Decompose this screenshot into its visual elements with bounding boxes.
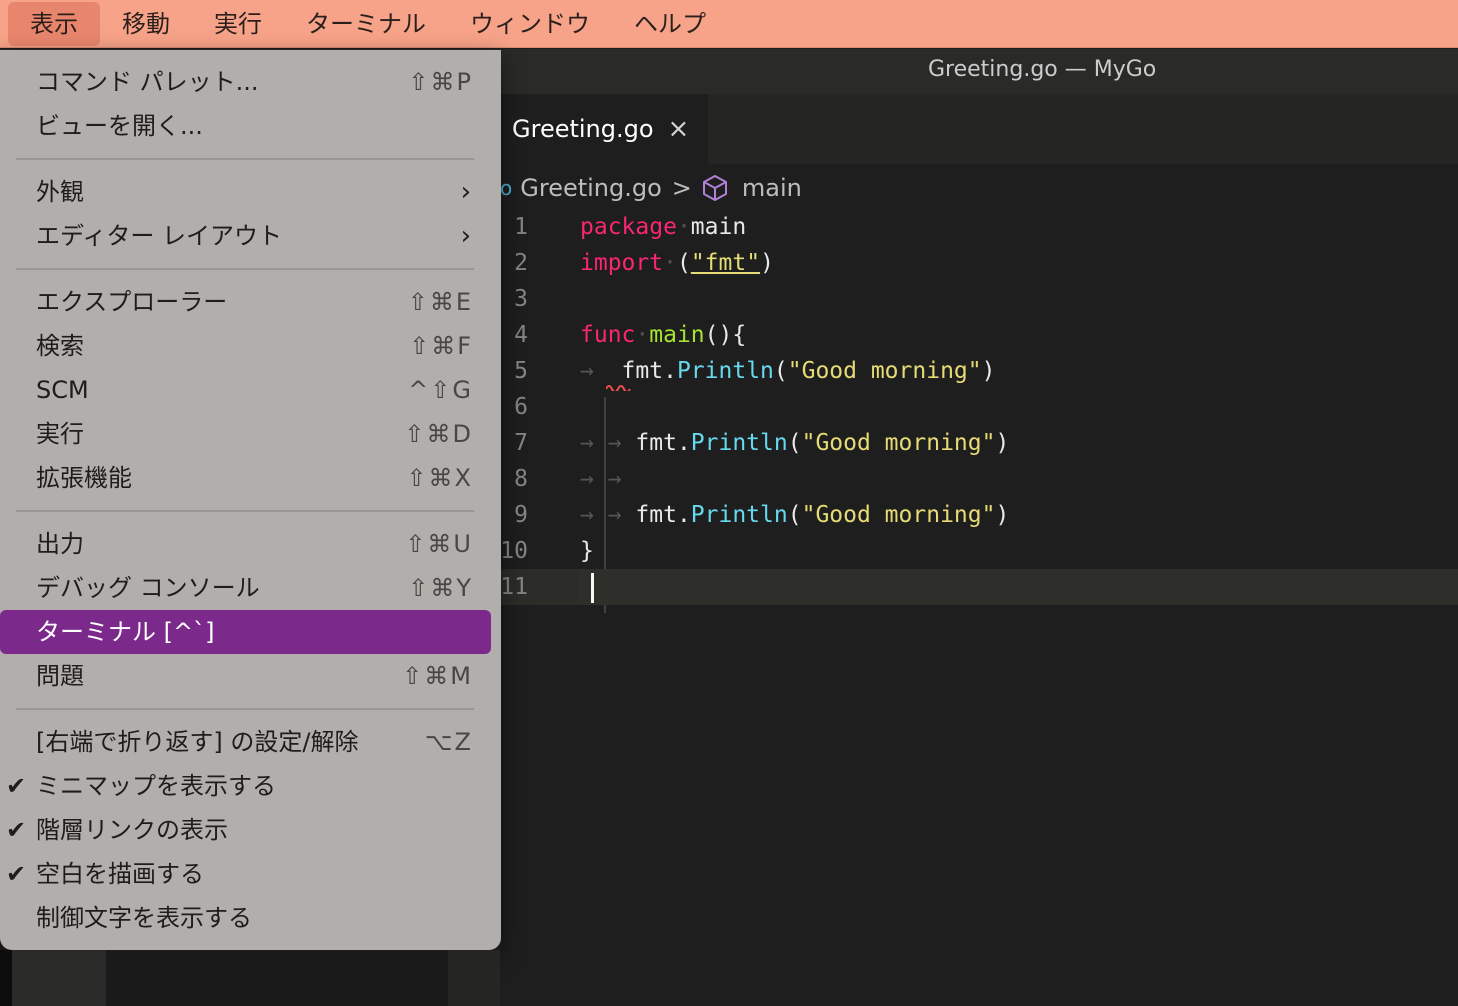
menu-terminal[interactable]: ターミナル [284,2,448,46]
menu-bar: 表示 移動 実行 ターミナル ウィンドウ ヘルプ [0,0,1458,48]
go-file-icon: o [500,176,513,200]
shortcut: ⇧⌘D [404,420,473,448]
menu-item-debug-console[interactable]: デバッグ コンソール ⇧⌘Y [0,566,501,610]
window-title: Greeting.go — MyGo [928,57,1157,82]
close-icon[interactable]: × [668,114,690,144]
menu-item-show-minimap[interactable]: ✔ ミニマップを表示する [0,764,501,808]
shortcut: ⇧⌘P [408,68,473,96]
checkmark-icon: ✔ [6,772,27,800]
breadcrumb-symbol[interactable]: main [742,174,802,202]
code-line: 10 } [496,533,1458,569]
breadcrumb-file[interactable]: Greeting.go [520,174,662,202]
menu-item-open-view[interactable]: ビューを開く... [0,104,501,148]
code-line: 9 → → fmt.Println("Good morning") [496,497,1458,533]
menu-item-explorer[interactable]: エクスプローラー ⇧⌘E [0,280,501,324]
checkmark-icon: ✔ [6,816,27,844]
checkmark-icon: ✔ [6,860,27,888]
menu-help[interactable]: ヘルプ [612,2,728,46]
menu-item-scm[interactable]: SCM ^⇧G [0,368,501,412]
code-line: 1 package·main [496,209,1458,245]
chevron-right-icon: > [671,174,692,202]
menu-item-search[interactable]: 検索 ⇧⌘F [0,324,501,368]
cube-icon [702,175,727,201]
text-cursor [591,573,594,603]
code-line: 5 → fmt.Println("Good morning") [496,353,1458,391]
menu-separator [16,510,474,512]
menu-separator [16,708,474,710]
current-line: 11 [496,569,1458,605]
menu-run[interactable]: 実行 [192,2,284,46]
shortcut: ⇧⌘X [406,464,473,492]
menu-view[interactable]: 表示 [8,1,100,46]
chevron-right-icon: › [460,177,471,207]
menu-item-extensions[interactable]: 拡張機能 ⇧⌘X [0,456,501,500]
menu-window[interactable]: ウィンドウ [448,2,612,46]
menu-item-render-whitespace[interactable]: ✔ 空白を描画する [0,852,501,896]
code-line: 3 [496,281,1458,317]
code-line: 2 import·("fmt") [496,245,1458,281]
menu-item-run[interactable]: 実行 ⇧⌘D [0,412,501,456]
code-line: 4 func·main(){ [496,317,1458,353]
bottom-strip [0,950,500,1006]
view-menu-dropdown: コマンド パレット... ⇧⌘P ビューを開く... 外観 › エディター レイ… [0,50,501,950]
shortcut: ⌥Z [424,728,473,756]
tab-greeting-go[interactable]: Greeting.go × [496,94,708,164]
code-editor[interactable]: 1 package·main 2 import·("fmt") 3 4 func… [496,209,1458,1006]
code-line: 7 → → fmt.Println("Good morning") [496,425,1458,461]
shortcut: ⇧⌘U [405,530,473,558]
shortcut: ⇧⌘M [402,662,473,690]
menu-separator [16,158,474,160]
menu-item-output[interactable]: 出力 ⇧⌘U [0,522,501,566]
menu-go[interactable]: 移動 [100,2,192,46]
menu-item-show-breadcrumbs[interactable]: ✔ 階層リンクの表示 [0,808,501,852]
menu-item-editor-layout[interactable]: エディター レイアウト › [0,214,501,258]
menu-item-terminal[interactable]: ターミナル [^`] [0,610,491,654]
shortcut: ^⇧G [408,376,473,404]
menu-item-render-control-chars[interactable]: 制御文字を表示する [0,896,501,940]
shortcut: ⇧⌘Y [408,574,473,602]
menu-item-appearance[interactable]: 外観 › [0,170,501,214]
menu-item-toggle-word-wrap[interactable]: [右端で折り返す] の設定/解除 ⌥Z [0,720,501,764]
shortcut: ⇧⌘F [409,332,473,360]
chevron-right-icon: › [460,221,471,251]
breadcrumb: o Greeting.go > main [496,166,802,210]
code-line: 6 [496,389,1458,425]
shortcut: ⇧⌘E [407,288,473,316]
menu-separator [16,268,474,270]
tab-label: Greeting.go [512,115,654,143]
code-line: 8 → → [496,461,1458,497]
menu-item-problems[interactable]: 問題 ⇧⌘M [0,654,501,698]
menu-item-command-palette[interactable]: コマンド パレット... ⇧⌘P [0,60,501,104]
